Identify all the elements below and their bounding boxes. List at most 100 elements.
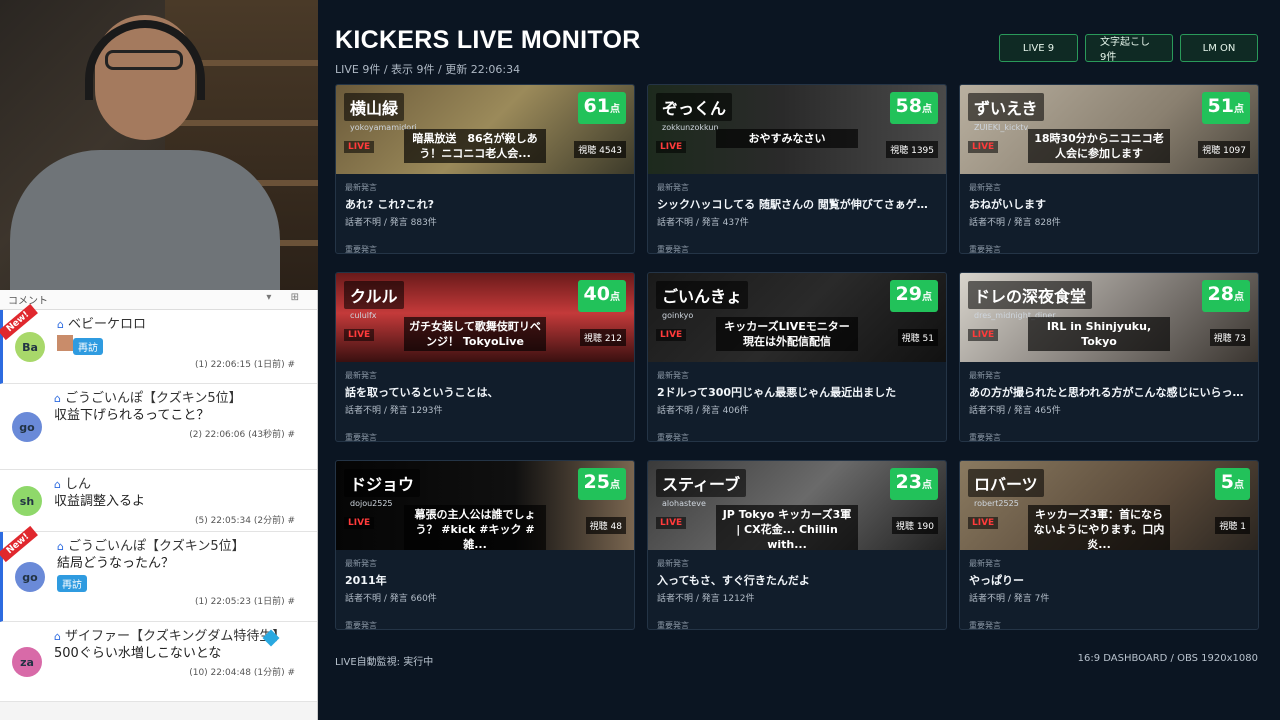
monitor-status: LIVE自動監視: 実行中 [335, 657, 434, 668]
revisit-badge: 再訪 [57, 575, 87, 592]
viewer-count: 視聴 73 [1209, 329, 1250, 346]
stream-card[interactable]: ごいんきょ goinkyo LIVE キッカーズLIVEモニター 現在は外配信配… [647, 272, 947, 442]
chat-author[interactable]: ⌂ ごうごいんぽ【クズキン5位】 [57, 538, 295, 555]
avatar[interactable]: Ba [15, 332, 45, 362]
score-unit: 点 [922, 104, 932, 115]
chat-message[interactable]: za ⌂ ザイファー【クズキングダム特待生】 500ぐらい水増しこないとな (10) 2… [0, 622, 317, 702]
avatar[interactable]: za [12, 647, 42, 677]
views-value: 73 [1234, 334, 1246, 344]
latest-label: 最新発言 [657, 371, 689, 380]
chat-meta: (2) 22:06:06 (43秒前) # [189, 430, 295, 440]
latest-utterance: 2ドルって300円じゃん最悪じゃん最近出ました [657, 386, 897, 399]
avatar[interactable]: sh [12, 486, 42, 516]
views-value: 48 [610, 522, 622, 532]
lm-toggle-button[interactable]: LM ON [1180, 34, 1258, 62]
utterance-stats: 話者不明 / 発言 7件 [969, 594, 1050, 604]
viewer-count: 視聴 1 [1215, 517, 1250, 534]
stream-card[interactable]: スティーブ alohasteve LIVE JP Tokyo キッカーズ3軍 |… [647, 460, 947, 630]
chat-header-icons[interactable]: ▾ ⊞ [266, 292, 307, 303]
home-icon: ⌂ [54, 478, 61, 491]
important-label[interactable]: 重要発言 [969, 432, 1249, 441]
chat-panel: コメント ▾ ⊞ New! Ba ⌂ ベビーケロロ 再訪 (1) 22:06:15 (1日… [0, 290, 318, 720]
important-label[interactable]: 重要発言 [969, 620, 1249, 629]
stream-card[interactable]: 横山緑 yokoyamamidori LIVE 暗黒放送 86名が殺しあう！ニコ… [335, 84, 635, 254]
stream-card[interactable]: ずいえき ZUIEKI_kicktv LIVE 18時30分からニコニコ老人会に… [959, 84, 1259, 254]
chat-message[interactable]: go ⌂ ごうごいんぽ【クズキン5位】 収益下げられるってこと？ (2) 22:06:0… [0, 384, 317, 470]
views-prefix: 視聴 [901, 334, 920, 344]
live-badge: LIVE [344, 329, 375, 341]
views-prefix: 視聴 [583, 334, 602, 344]
card-body: 最新発言 話を取っているということは、 話者不明 / 発言 1293件 重要発言 [336, 362, 634, 441]
live-badge: LIVE [656, 329, 687, 341]
stream-card[interactable]: クルル cululfx LIVE ガチ女装して歌舞伎町リベンジ！ TokyoLi… [335, 272, 635, 442]
chat-author-name: ベビーケロロ [67, 317, 146, 332]
stream-thumbnail[interactable]: 横山緑 yokoyamamidori LIVE 暗黒放送 86名が殺しあう！ニコ… [336, 85, 634, 174]
important-label[interactable]: 重要発言 [969, 244, 1249, 253]
chat-author[interactable]: ⌂ ごうごいんぽ【クズキン5位】 [54, 390, 295, 407]
stream-card[interactable]: ドジョウ dojou2525 LIVE 幕張の主人公は誰でしょう？ #kick … [335, 460, 635, 630]
card-body: 最新発言 おねがいします 話者不明 / 発言 828件 重要発言 [960, 174, 1258, 253]
live-badge: LIVE [344, 517, 375, 529]
transcript-button[interactable]: 文字起こし 9件 [1085, 34, 1173, 63]
chat-author[interactable]: ⌂ ザイファー【クズキングダム特待生】 [54, 628, 295, 645]
card-body: 最新発言 シックハッコしてる 随駅さんの 閲覧が伸びてさぁゲーム... 話者不明… [648, 174, 946, 253]
status-summary: LIVE 9件 / 表示 9件 / 更新 22:06:34 [335, 63, 521, 76]
important-label[interactable]: 重要発言 [657, 432, 937, 441]
chat-meta: (10) 22:04:48 (1分前) # [189, 668, 295, 678]
stream-caption: 暗黒放送 86名が殺しあう！ニコニコ老人会... [404, 129, 546, 163]
score-unit: 点 [610, 480, 620, 491]
stream-thumbnail[interactable]: ごいんきょ goinkyo LIVE キッカーズLIVEモニター 現在は外配信配… [648, 273, 946, 362]
important-label[interactable]: 重要発言 [345, 244, 625, 253]
score-unit: 点 [1234, 292, 1244, 303]
live-badge: LIVE [968, 141, 999, 153]
important-label[interactable]: 重要発言 [657, 620, 937, 629]
important-label[interactable]: 重要発言 [345, 432, 625, 441]
card-body: 最新発言 入ってもさ、すぐ行きたんだよ 話者不明 / 発言 1212件 重要発言 [648, 550, 946, 629]
utterance-stats: 話者不明 / 発言 1293件 [345, 406, 443, 416]
streamer-handle: zokkunzokkun [662, 123, 719, 132]
utterance-stats: 話者不明 / 発言 1212件 [657, 594, 755, 604]
stream-thumbnail[interactable]: ずいえき ZUIEKI_kicktv LIVE 18時30分からニコニコ老人会に… [960, 85, 1258, 174]
stream-thumbnail[interactable]: クルル cululfx LIVE ガチ女装して歌舞伎町リベンジ！ TokyoLi… [336, 273, 634, 362]
streamer-name: ごいんきょ [656, 281, 749, 309]
chat-message[interactable]: New! Ba ⌂ ベビーケロロ 再訪 (1) 22:06:15 (1日前) # [0, 303, 317, 384]
chat-author[interactable]: ⌂ しん [54, 476, 295, 493]
live-count-button[interactable]: LIVE 9 [999, 34, 1078, 62]
latest-label: 最新発言 [969, 183, 1001, 192]
avatar[interactable]: go [12, 412, 42, 442]
views-prefix: 視聴 [589, 522, 608, 532]
stream-thumbnail[interactable]: スティーブ alohasteve LIVE JP Tokyo キッカーズ3軍 |… [648, 461, 946, 550]
chat-message[interactable]: sh ⌂ しん 収益調整入るよ (5) 22:05:34 (2分前) # [0, 470, 317, 532]
score-value: 5 [1220, 471, 1234, 493]
streamer-handle: dojou2525 [350, 499, 393, 508]
stream-card[interactable]: ロバーツ robert2525 LIVE キッカーズ3軍：首にならないようにやり… [959, 460, 1259, 630]
stream-thumbnail[interactable]: ドジョウ dojou2525 LIVE 幕張の主人公は誰でしょう？ #kick … [336, 461, 634, 550]
important-label[interactable]: 重要発言 [657, 244, 937, 253]
avatar[interactable]: go [15, 562, 45, 592]
chat-author[interactable]: ⌂ ベビーケロロ [57, 316, 295, 333]
stream-thumbnail[interactable]: ロバーツ robert2525 LIVE キッカーズ3軍：首にならないようにやり… [960, 461, 1258, 550]
stream-thumbnail[interactable]: ぞっくん zokkunzokkun LIVE おやすみなさい 58点 視聴 13… [648, 85, 946, 174]
latest-label: 最新発言 [657, 183, 689, 192]
stream-thumbnail[interactable]: ドレの深夜食堂 dres_midnight_diner LIVE IRL in … [960, 273, 1258, 362]
viewer-count: 視聴 190 [891, 517, 938, 534]
views-value: 190 [916, 522, 934, 532]
chat-author-name: ごうごいんぽ【クズキン5位】 [67, 539, 245, 554]
card-body: 最新発言 あれ? これ?これ? 話者不明 / 発言 883件 重要発言 [336, 174, 634, 253]
streamer-handle: ZUIEKI_kicktv [974, 123, 1029, 132]
chat-text: 500ぐらい水増しこないとな [54, 646, 222, 661]
score-badge: 58点 [889, 92, 938, 124]
streamer-handle: robert2525 [974, 499, 1019, 508]
viewer-count: 視聴 51 [897, 329, 938, 346]
stream-card[interactable]: ドレの深夜食堂 dres_midnight_diner LIVE IRL in … [959, 272, 1259, 442]
page-title: KICKERS LIVE MONITOR [335, 26, 641, 54]
utterance-stats: 話者不明 / 発言 883件 [345, 218, 437, 228]
important-label[interactable]: 重要発言 [345, 620, 625, 629]
views-prefix: 視聴 [1202, 146, 1221, 156]
chat-message[interactable]: New! go ⌂ ごうごいんぽ【クズキン5位】 結局どうなったん？ 再訪 (1) 22:0… [0, 525, 317, 622]
score-badge: 40点 [577, 280, 626, 312]
resolution-info: 16:9 DASHBOARD / OBS 1920x1080 [1077, 653, 1258, 664]
streamer-handle: alohasteve [662, 499, 706, 508]
views-value: 4543 [599, 146, 622, 156]
stream-card[interactable]: ぞっくん zokkunzokkun LIVE おやすみなさい 58点 視聴 13… [647, 84, 947, 254]
